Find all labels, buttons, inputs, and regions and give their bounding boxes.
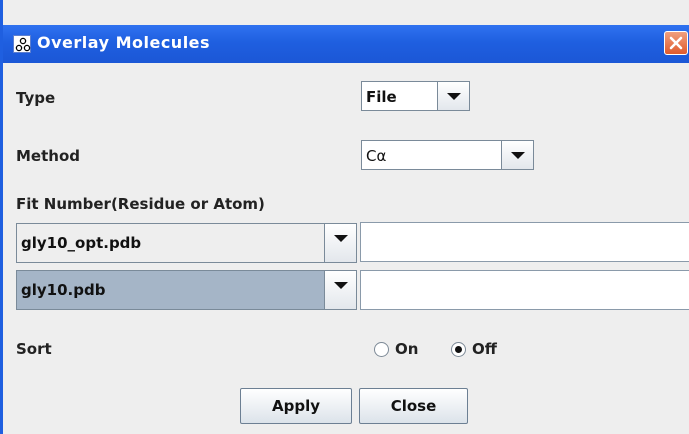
- type-select-value: File: [366, 88, 397, 106]
- close-icon: [669, 36, 683, 50]
- close-window-button[interactable]: [664, 31, 688, 55]
- type-label: Type: [16, 89, 56, 107]
- chevron-down-icon[interactable]: [324, 271, 356, 309]
- method-select[interactable]: Cα: [361, 140, 534, 170]
- sort-off-label[interactable]: Off: [472, 340, 497, 358]
- sort-on-label[interactable]: On: [395, 340, 418, 358]
- fit-file-select-1-value: gly10_opt.pdb: [21, 234, 142, 252]
- window-title: Overlay Molecules: [37, 33, 211, 52]
- sort-on-radio[interactable]: [374, 342, 389, 357]
- fit-file-select-2-value: gly10.pdb: [21, 281, 106, 299]
- overlay-molecules-dialog: Overlay Molecules Type File Method Cα Fi…: [0, 0, 689, 434]
- chevron-down-icon[interactable]: [501, 141, 533, 169]
- chevron-down-icon[interactable]: [437, 82, 469, 110]
- sort-label: Sort: [16, 340, 52, 358]
- type-select[interactable]: File: [361, 81, 470, 111]
- method-label: Method: [16, 147, 80, 165]
- fit-number-input-2[interactable]: [360, 270, 689, 310]
- chevron-down-icon[interactable]: [324, 224, 356, 262]
- fit-file-select-1[interactable]: gly10_opt.pdb: [16, 223, 357, 263]
- sort-off-radio[interactable]: [451, 342, 466, 357]
- fit-number-label: Fit Number(Residue or Atom): [16, 195, 265, 213]
- molecule-icon: [13, 35, 31, 53]
- fit-number-input-1[interactable]: [360, 222, 689, 262]
- close-button[interactable]: Close: [359, 388, 468, 424]
- fit-file-select-2[interactable]: gly10.pdb: [16, 270, 357, 310]
- method-select-value: Cα: [366, 147, 387, 165]
- title-bar[interactable]: Overlay Molecules: [3, 25, 689, 63]
- apply-button[interactable]: Apply: [240, 388, 352, 424]
